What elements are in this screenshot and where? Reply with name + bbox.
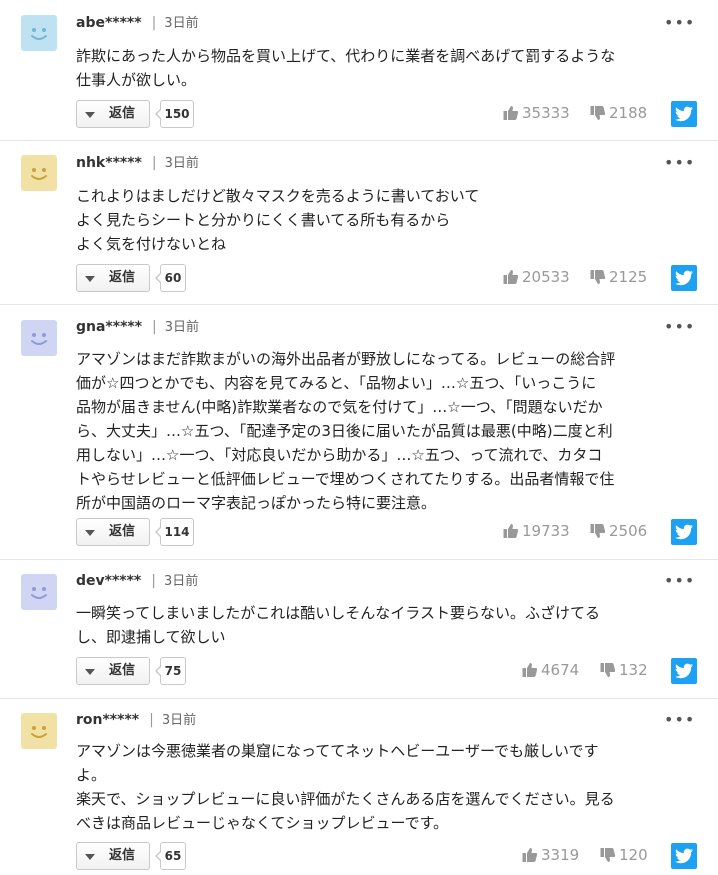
thumbs-up-icon	[522, 848, 538, 862]
thumbs-up-icon	[503, 524, 519, 538]
dislike-count: 132	[619, 661, 648, 679]
comment-text: アマゾンは今悪徳業者の巣窟になっててネットヘビーユーザーでも厳しいです よ。 楽…	[76, 742, 615, 832]
like-count: 4674	[541, 661, 580, 679]
twitter-icon	[675, 106, 693, 122]
comment-username[interactable]: gna*****	[76, 319, 142, 335]
comment-item: nhk***** | 3日前 ••• これよりはましだけど散々マスクを売るように書い…	[0, 140, 718, 304]
dislike-count: 2188	[609, 104, 648, 122]
twitter-share-button[interactable]	[671, 265, 697, 291]
reply-label: 返信	[109, 106, 136, 121]
ellipsis-icon[interactable]: •••	[664, 711, 694, 731]
comment-item: abe***** | 3日前 ••• 詐欺にあった人から物品を買い上げて、代わりに業…	[0, 0, 718, 140]
thumbs-down-icon	[600, 848, 616, 862]
caret-down-icon	[85, 854, 95, 860]
thumbs-down-icon	[590, 524, 606, 538]
header-separator: |	[151, 155, 157, 171]
comment-list: abe***** | 3日前 ••• 詐欺にあった人から物品を買い上げて、代わりに業…	[0, 0, 718, 875]
reply-label: 返信	[109, 848, 136, 863]
twitter-share-button[interactable]	[671, 101, 697, 127]
comment-username[interactable]: ron*****	[76, 712, 139, 728]
caret-down-icon	[85, 112, 95, 118]
reply-button[interactable]: 返信	[76, 657, 150, 685]
comment-username[interactable]: dev*****	[76, 573, 141, 589]
reply-button[interactable]: 返信	[76, 518, 150, 546]
thumbs-up-icon	[503, 106, 519, 120]
header-separator: |	[152, 319, 157, 335]
smiley-face-icon	[21, 15, 57, 51]
ellipsis-icon[interactable]: •••	[664, 154, 694, 174]
twitter-icon	[675, 270, 693, 286]
comment-header: dev***** | 3日前	[76, 571, 198, 591]
dislike-count: 120	[619, 846, 648, 864]
comment-item: ron***** | 3日前 ••• アマゾンは今悪徳業者の巣窟になっててネットヘビ…	[0, 698, 718, 875]
ellipsis-icon[interactable]: •••	[664, 318, 694, 338]
comment-item: gna***** | 3日前 ••• アマゾンはまだ詐欺まがいの海外出品者が野放しに…	[0, 304, 718, 559]
thumbs-down-icon	[590, 270, 606, 284]
twitter-icon	[675, 848, 693, 864]
smiley-face-icon	[21, 574, 57, 610]
reply-count[interactable]: 65	[155, 842, 186, 870]
comment-username[interactable]: nhk*****	[76, 155, 142, 171]
reply-label: 返信	[109, 270, 136, 285]
thumbs-up-icon	[522, 663, 538, 677]
reply-count[interactable]: 150	[155, 100, 194, 128]
twitter-icon	[675, 663, 693, 679]
dislike-count: 2506	[609, 522, 648, 540]
reply-label: 返信	[109, 524, 136, 539]
like-count: 3319	[541, 846, 580, 864]
comment-header: nhk***** | 3日前	[76, 153, 199, 173]
comment-date: 3日前	[164, 16, 199, 31]
comment-date: 3日前	[161, 713, 197, 728]
comment-text: 詐欺にあった人から物品を買い上げて、代わりに業者を調べあげて罰するような 仕事人…	[76, 47, 616, 89]
twitter-share-button[interactable]	[671, 843, 697, 869]
reply-count[interactable]: 60	[155, 264, 186, 292]
comment-text: アマゾンはまだ詐欺まがいの海外出品者が野放しになってる。レビューの総合評 価が☆…	[76, 350, 616, 512]
comment-item: dev***** | 3日前 ••• 一瞬笑ってしまいましたがこれは酷いしそんなイラ…	[0, 559, 718, 698]
comment-date: 3日前	[164, 156, 199, 171]
reply-count[interactable]: 75	[155, 657, 186, 685]
smiley-face-icon	[21, 713, 57, 749]
reply-count[interactable]: 114	[155, 518, 194, 546]
comment-header: abe***** | 3日前	[76, 13, 199, 33]
header-separator: |	[151, 15, 157, 31]
comment-username[interactable]: abe*****	[76, 15, 142, 31]
caret-down-icon	[85, 530, 95, 536]
reply-button[interactable]: 返信	[76, 264, 150, 292]
twitter-icon	[675, 524, 693, 540]
comment-text: 一瞬笑ってしまいましたがこれは酷いしそんなイラスト要らない。ふざけてる し、即逮…	[76, 604, 600, 646]
reply-button[interactable]: 返信	[76, 842, 150, 870]
caret-down-icon	[85, 669, 95, 675]
ellipsis-icon[interactable]: •••	[664, 572, 694, 592]
comment-date: 3日前	[164, 320, 200, 335]
caret-down-icon	[85, 276, 95, 282]
like-count: 19733	[522, 522, 570, 540]
header-separator: |	[149, 712, 154, 728]
thumbs-down-icon	[600, 663, 616, 677]
dislike-count: 2125	[609, 268, 648, 286]
twitter-share-button[interactable]	[671, 658, 697, 684]
comment-text: これよりはましだけど散々マスクを売るように書いておいて よく見たらシートと分かり…	[76, 187, 480, 253]
comment-header: gna***** | 3日前	[76, 317, 199, 337]
twitter-share-button[interactable]	[671, 519, 697, 545]
thumbs-down-icon	[590, 106, 606, 120]
smiley-face-icon	[21, 320, 57, 356]
reply-label: 返信	[109, 663, 136, 678]
like-count: 35333	[522, 104, 570, 122]
like-count: 20533	[522, 268, 570, 286]
comment-header: ron***** | 3日前	[76, 710, 196, 730]
ellipsis-icon[interactable]: •••	[664, 14, 694, 34]
thumbs-up-icon	[503, 270, 519, 284]
reply-button[interactable]: 返信	[76, 100, 150, 128]
comment-date: 3日前	[163, 574, 199, 589]
header-separator: |	[151, 573, 156, 589]
smiley-face-icon	[21, 155, 57, 191]
